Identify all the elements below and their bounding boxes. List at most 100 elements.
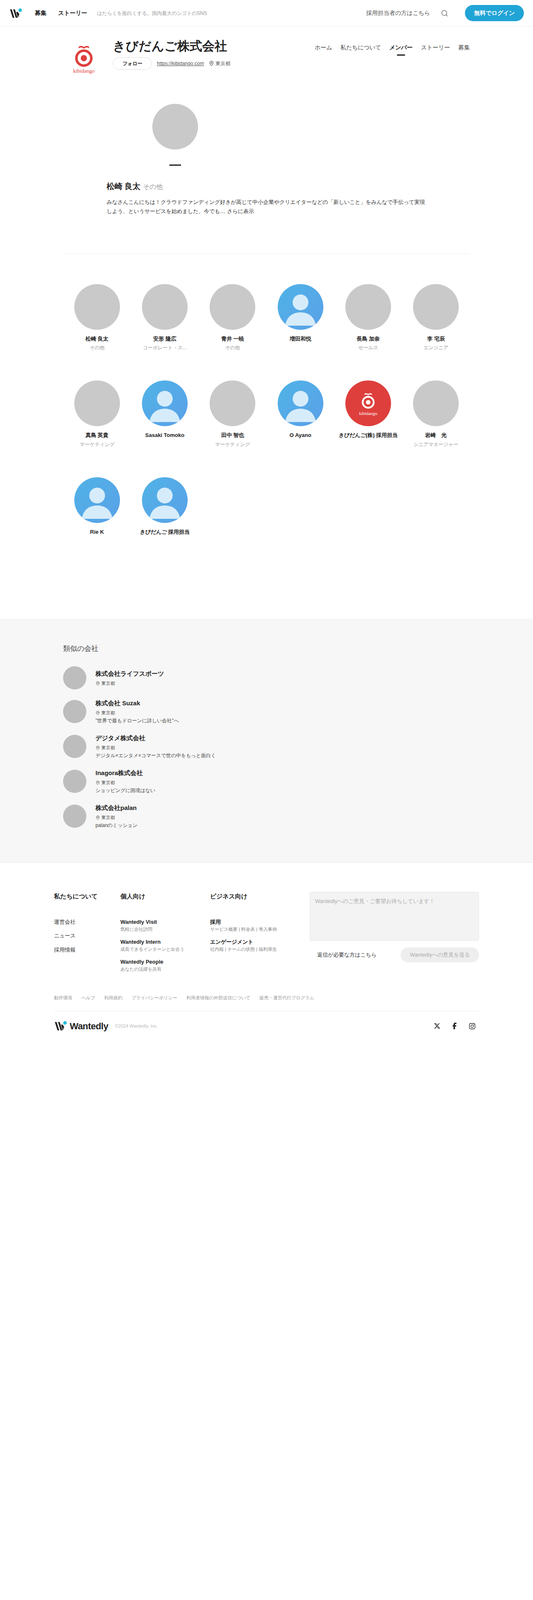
- member-card[interactable]: 長島 加奈セールス: [334, 283, 402, 352]
- send-button[interactable]: Wantedlyへの意見を送る: [400, 946, 480, 962]
- company-avatar: [63, 665, 87, 690]
- member-card[interactable]: 安形 隆広コーポレート・ス...: [130, 283, 199, 352]
- default-avatar[interactable]: [74, 476, 120, 523]
- member-grid: 松崎 良太その他安形 隆広コーポレート・ス...青井 一暁その他増田和悦長島 加…: [63, 254, 470, 619]
- company-nav-item[interactable]: メンバー: [389, 43, 413, 56]
- member-name: きびだんご(株) 採用担当: [338, 431, 398, 439]
- company-nav-item[interactable]: ストーリー: [420, 43, 450, 56]
- footer: 私たちについて運営会社ニュース採用情報個人向けWantedly Visit気軽に…: [53, 862, 480, 1040]
- photo-avatar[interactable]: [345, 283, 392, 330]
- member-card[interactable]: 増田和悦: [266, 283, 335, 352]
- company-nav-item[interactable]: 私たちについて: [340, 43, 382, 56]
- member-card[interactable]: 青井 一暁その他: [198, 283, 267, 352]
- member-card[interactable]: 松崎 良太その他: [63, 283, 131, 352]
- company-nav-item[interactable]: ホーム: [314, 43, 333, 56]
- x-icon[interactable]: [433, 1021, 441, 1029]
- photo-avatar[interactable]: [74, 380, 120, 426]
- default-avatar[interactable]: [277, 380, 324, 426]
- footer-bottom-link[interactable]: 動作環境: [53, 993, 73, 1001]
- member-card[interactable]: 岩崎 光シニアマネージャー: [402, 380, 470, 448]
- similar-company[interactable]: Inagora株式会社東京都ショッピングに国境はない: [63, 767, 470, 794]
- top-bar: 募集ストーリーはたらくを面白くする。国内最大のシゴトのSNS採用担当者の方はこち…: [0, 0, 533, 27]
- search-icon[interactable]: [440, 9, 449, 18]
- footer-link[interactable]: 運営会社: [53, 917, 121, 926]
- top-nav-item[interactable]: 募集: [34, 8, 47, 18]
- footer-product[interactable]: Wantedly Intern成長できるインターンと出会う: [120, 937, 211, 953]
- photo-avatar[interactable]: [74, 283, 120, 330]
- instagram-icon[interactable]: [468, 1021, 476, 1030]
- member-name: 田中 智也: [221, 431, 245, 439]
- footer-product[interactable]: Wantedly Peopleあなたの活躍を共有: [120, 957, 211, 973]
- footer-link[interactable]: ニュース: [53, 931, 121, 940]
- footer-personal: 個人向けWantedly Visit気軽に会社訪問Wantedly Intern…: [120, 891, 211, 973]
- footer-business: ビジネス向け採用サービス概要 | 料金表 | 導入事例エンゲージメント社内報 |…: [210, 891, 310, 973]
- footer-product[interactable]: Wantedly Visit気軽に会社訪問: [120, 917, 211, 933]
- top-nav: 募集 ストーリー: [34, 8, 88, 18]
- similar-company[interactable]: 株式会社ライフスポーツ東京都: [63, 665, 470, 690]
- member-card[interactable]: Sasaki Tomoko: [130, 380, 199, 448]
- member-card[interactable]: kibidango きびだんご(株) 採用担当: [334, 380, 402, 448]
- member-card[interactable]: 田中 智也マーケティング: [198, 380, 267, 448]
- photo-avatar[interactable]: [152, 103, 199, 150]
- member-name: 真島 英貴: [85, 431, 109, 439]
- profile-name: 松崎 良太: [106, 180, 141, 193]
- member-card[interactable]: 李 宅辰エンジニア: [402, 283, 470, 352]
- member-card[interactable]: きびだんご 採用担当: [130, 476, 199, 536]
- default-avatar[interactable]: [141, 380, 188, 426]
- footer-bottom-link[interactable]: 利用規約: [104, 993, 123, 1001]
- feedback-input[interactable]: [309, 891, 480, 941]
- person-icon: [277, 380, 324, 426]
- member-card[interactable]: 真島 英貴マーケティング: [63, 380, 131, 448]
- photo-avatar[interactable]: [209, 283, 256, 330]
- recruiter-link[interactable]: 採用担当者の方はこちら: [366, 8, 431, 18]
- photo-avatar[interactable]: [413, 283, 459, 330]
- similar-company[interactable]: 株式会社 Suzak東京都"世界で最もドローンに詳しい会社"へ: [63, 698, 470, 724]
- location-icon: [95, 779, 101, 785]
- reply-link[interactable]: 返信が必要な方はこちら: [317, 950, 377, 959]
- photo-avatar[interactable]: [413, 380, 459, 426]
- company-location: 東京都: [208, 59, 231, 68]
- similar-company[interactable]: デジタメ株式会社東京都デジタル×エンタメ×コマースで世の中をもっと面白く: [63, 733, 470, 759]
- location-icon: [95, 680, 101, 686]
- similar-companies: 類似の会社株式会社ライフスポーツ東京都株式会社 Suzak東京都"世界で最もドロ…: [0, 618, 533, 863]
- company-url[interactable]: https://kibidango.com: [156, 59, 204, 68]
- logo-avatar[interactable]: kibidango: [345, 380, 392, 426]
- footer-product[interactable]: 採用サービス概要 | 料金表 | 導入事例: [210, 917, 310, 933]
- footer-link[interactable]: 採用情報: [53, 945, 121, 954]
- location-icon: [95, 814, 101, 820]
- company-nav-item[interactable]: 募集: [458, 43, 470, 56]
- login-button[interactable]: 無料でログイン: [464, 4, 524, 22]
- similar-company[interactable]: 株式会社palan東京都palanのミッション: [63, 802, 470, 829]
- more-link[interactable]: さらに表示: [227, 207, 255, 215]
- wantedly-logo-icon[interactable]: [53, 1018, 69, 1033]
- profile-description: みなさんこんにちは！クラウドファンディング好きが高じて中小企業やクリエイターなど…: [106, 197, 427, 217]
- person-icon: [277, 283, 324, 330]
- footer-bottom-link[interactable]: 利用者情報の外部送信について: [186, 993, 251, 1001]
- default-avatar[interactable]: [277, 283, 324, 330]
- photo-avatar[interactable]: [141, 283, 188, 330]
- wantedly-logo-icon[interactable]: [9, 6, 24, 21]
- default-avatar[interactable]: [141, 476, 188, 523]
- member-name: 松崎 良太: [85, 335, 109, 343]
- follow-button[interactable]: フォロー: [112, 57, 152, 70]
- company-avatar: [63, 734, 87, 758]
- footer-bottom-link[interactable]: ヘルプ: [81, 993, 96, 1001]
- photo-avatar[interactable]: [209, 380, 256, 426]
- footer-bottom-link[interactable]: プライバシーポリシー: [131, 993, 178, 1001]
- member-card[interactable]: O Ayano: [266, 380, 335, 448]
- footer-bottom-link[interactable]: 販売・運営代行プログラム: [259, 993, 315, 1001]
- facebook-icon[interactable]: [451, 1021, 458, 1029]
- company-logo[interactable]: kibidango: [63, 37, 105, 79]
- footer-about: 私たちについて運営会社ニュース採用情報: [53, 891, 121, 973]
- location-icon: [208, 60, 215, 67]
- member-card[interactable]: Rie K: [63, 476, 131, 536]
- brand-name[interactable]: Wantedly: [69, 1018, 109, 1033]
- top-nav-item[interactable]: ストーリー: [58, 8, 88, 18]
- footer-product[interactable]: エンゲージメント社内報 | チームの状態 | 福利厚生: [210, 937, 310, 953]
- member-name: きびだんご 採用担当: [139, 528, 191, 536]
- company-header: kibidango きびだんご株式会社フォロー https://kibidango.…: [63, 26, 470, 79]
- person-icon: [74, 476, 120, 523]
- member-role: マーケティング: [79, 440, 115, 448]
- company-name: きびだんご株式会社: [112, 38, 231, 54]
- location-icon: [95, 745, 101, 750]
